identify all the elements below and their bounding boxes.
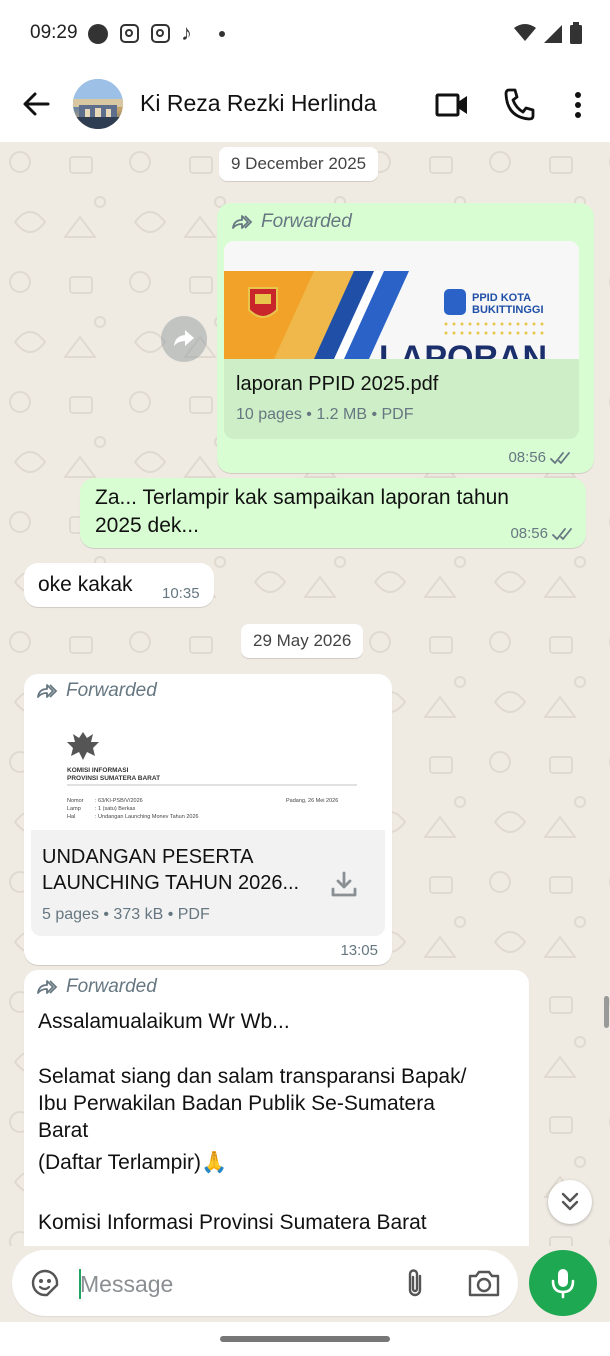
document-name: UNDANGAN PESERTA	[42, 846, 254, 868]
forwarded-icon	[37, 980, 58, 994]
avatar[interactable]	[73, 79, 123, 129]
message-bubble-incoming[interactable]: Forwarded KOMISI INFORMASI PROVINSI SUMA…	[24, 674, 392, 965]
message-text: Assalamualaikum Wr Wb...	[38, 1010, 290, 1033]
preview-org-text: KOMISI INFORMASI	[67, 767, 129, 774]
preview-hal-value: : Undangan Launching Monev Tahun 2026	[95, 814, 199, 820]
document-thumbnail: KOMISI INFORMASI PROVINSI SUMATERA BARAT…	[31, 710, 385, 830]
more-vert-icon[interactable]	[566, 88, 590, 122]
read-receipt-icon	[550, 451, 570, 464]
message-time: 10:35	[162, 585, 200, 602]
status-time: 09:29	[30, 22, 78, 43]
voice-call-icon[interactable]	[503, 87, 535, 121]
document-name: laporan PPID 2025.pdf	[236, 373, 439, 395]
preview-lamp-value: : 1 (satu) Berkas	[95, 806, 136, 812]
date-divider: 9 December 2025	[219, 147, 379, 181]
document-card[interactable]: KOMISI INFORMASI PROVINSI SUMATERA BARAT…	[31, 710, 385, 936]
composer-bar	[0, 1246, 610, 1322]
forwarded-label: Forwarded	[36, 680, 157, 702]
message-input[interactable]	[80, 1266, 380, 1302]
message-text: Za... Terlampir kak sampaikan laporan ta…	[95, 486, 509, 509]
document-card[interactable]: PPID KOTA BUKITTINGGI LAPORAN laporan PP…	[224, 241, 579, 439]
wifi-icon	[514, 24, 536, 41]
message-text: Ibu Perwakilan Badan Publik Se-Sumatera	[38, 1092, 435, 1115]
video-call-icon[interactable]	[434, 90, 470, 120]
forwarded-label: Forwarded	[36, 976, 157, 998]
message-text: (Daftar Terlampir)🙏	[38, 1151, 228, 1174]
back-arrow-icon[interactable]	[18, 86, 54, 122]
camera-icon[interactable]	[467, 1267, 501, 1299]
message-text: Selamat siang dan salam transparansi Bap…	[38, 1065, 467, 1088]
message-text: 2025 dek...	[95, 514, 199, 537]
chat-header: Ki Reza Rezki Herlinda	[0, 68, 610, 142]
forwarded-icon	[37, 684, 58, 698]
message-input-container[interactable]	[12, 1250, 518, 1316]
status-bar: 09:29 ♪	[0, 0, 610, 68]
scroll-to-bottom-button[interactable]	[548, 1180, 592, 1224]
forwarded-icon	[232, 215, 253, 229]
document-meta: 10 pages • 1.2 MB • PDF	[236, 406, 414, 423]
download-icon[interactable]	[330, 870, 358, 898]
message-time: 08:56	[510, 525, 574, 542]
read-receipt-icon	[552, 527, 572, 540]
preview-lamp-label: Lamp	[67, 806, 81, 812]
preview-org-text: PPID KOTA	[472, 292, 531, 304]
date-divider: 29 May 2026	[241, 624, 364, 658]
instagram-icon	[151, 24, 170, 43]
message-time: 08:56	[508, 449, 572, 466]
contact-name[interactable]: Ki Reza Rezki Herlinda	[140, 90, 376, 117]
preview-heading-text: LAPORAN	[379, 339, 547, 359]
instagram-icon	[120, 24, 139, 43]
document-name: LAUNCHING TAHUN 2026...	[42, 872, 300, 894]
preview-org-text-2: PROVINSI SUMATERA BARAT	[67, 775, 160, 782]
voice-record-button[interactable]	[529, 1250, 597, 1316]
preview-nomor-label: Nomor	[67, 798, 84, 804]
preview-nomor-value: : 63/KI-PSB/V/2026	[95, 798, 143, 804]
system-nav-bar	[0, 1322, 610, 1356]
message-text: oke kakak	[38, 573, 133, 596]
message-bubble-incoming[interactable]: oke kakak 10:35	[24, 563, 214, 607]
document-thumbnail: PPID KOTA BUKITTINGGI LAPORAN	[224, 241, 579, 377]
preview-date: Padang, 26 Mei 2026	[286, 798, 338, 804]
sticker-icon[interactable]	[29, 1267, 61, 1299]
message-text: Barat	[38, 1119, 89, 1142]
preview-org-text-2: BUKITTINGGI	[472, 304, 544, 316]
preview-hal-label: Hal	[67, 814, 75, 820]
chat-area[interactable]: 9 December 2025 Forwarded PPID KOTA BUKI…	[0, 142, 610, 1246]
tiktok-icon: ♪	[181, 20, 192, 45]
message-time: 13:05	[340, 942, 378, 959]
mic-icon	[551, 1269, 575, 1299]
message-bubble-incoming[interactable]: Forwarded Assalamualaikum Wr Wb... Selam…	[24, 970, 529, 1246]
attach-icon[interactable]	[400, 1266, 430, 1300]
scrollbar-thumb[interactable]	[604, 996, 609, 1028]
signal-icon	[544, 25, 562, 43]
message-text: Komisi Informasi Provinsi Sumatera Barat	[38, 1211, 427, 1234]
document-meta: 5 pages • 373 kB • PDF	[42, 906, 210, 923]
message-bubble-outgoing[interactable]: Forwarded PPID KOTA BUKITTINGGI LAPORAN …	[217, 203, 594, 473]
status-dot-icon	[88, 24, 108, 44]
forwarded-label: Forwarded	[231, 211, 352, 233]
battery-icon	[570, 22, 582, 44]
dot-icon	[219, 31, 225, 37]
message-bubble-outgoing[interactable]: Za... Terlampir kak sampaikan laporan ta…	[80, 478, 586, 548]
gesture-handle[interactable]	[220, 1336, 390, 1342]
share-forward-button[interactable]	[161, 316, 207, 362]
